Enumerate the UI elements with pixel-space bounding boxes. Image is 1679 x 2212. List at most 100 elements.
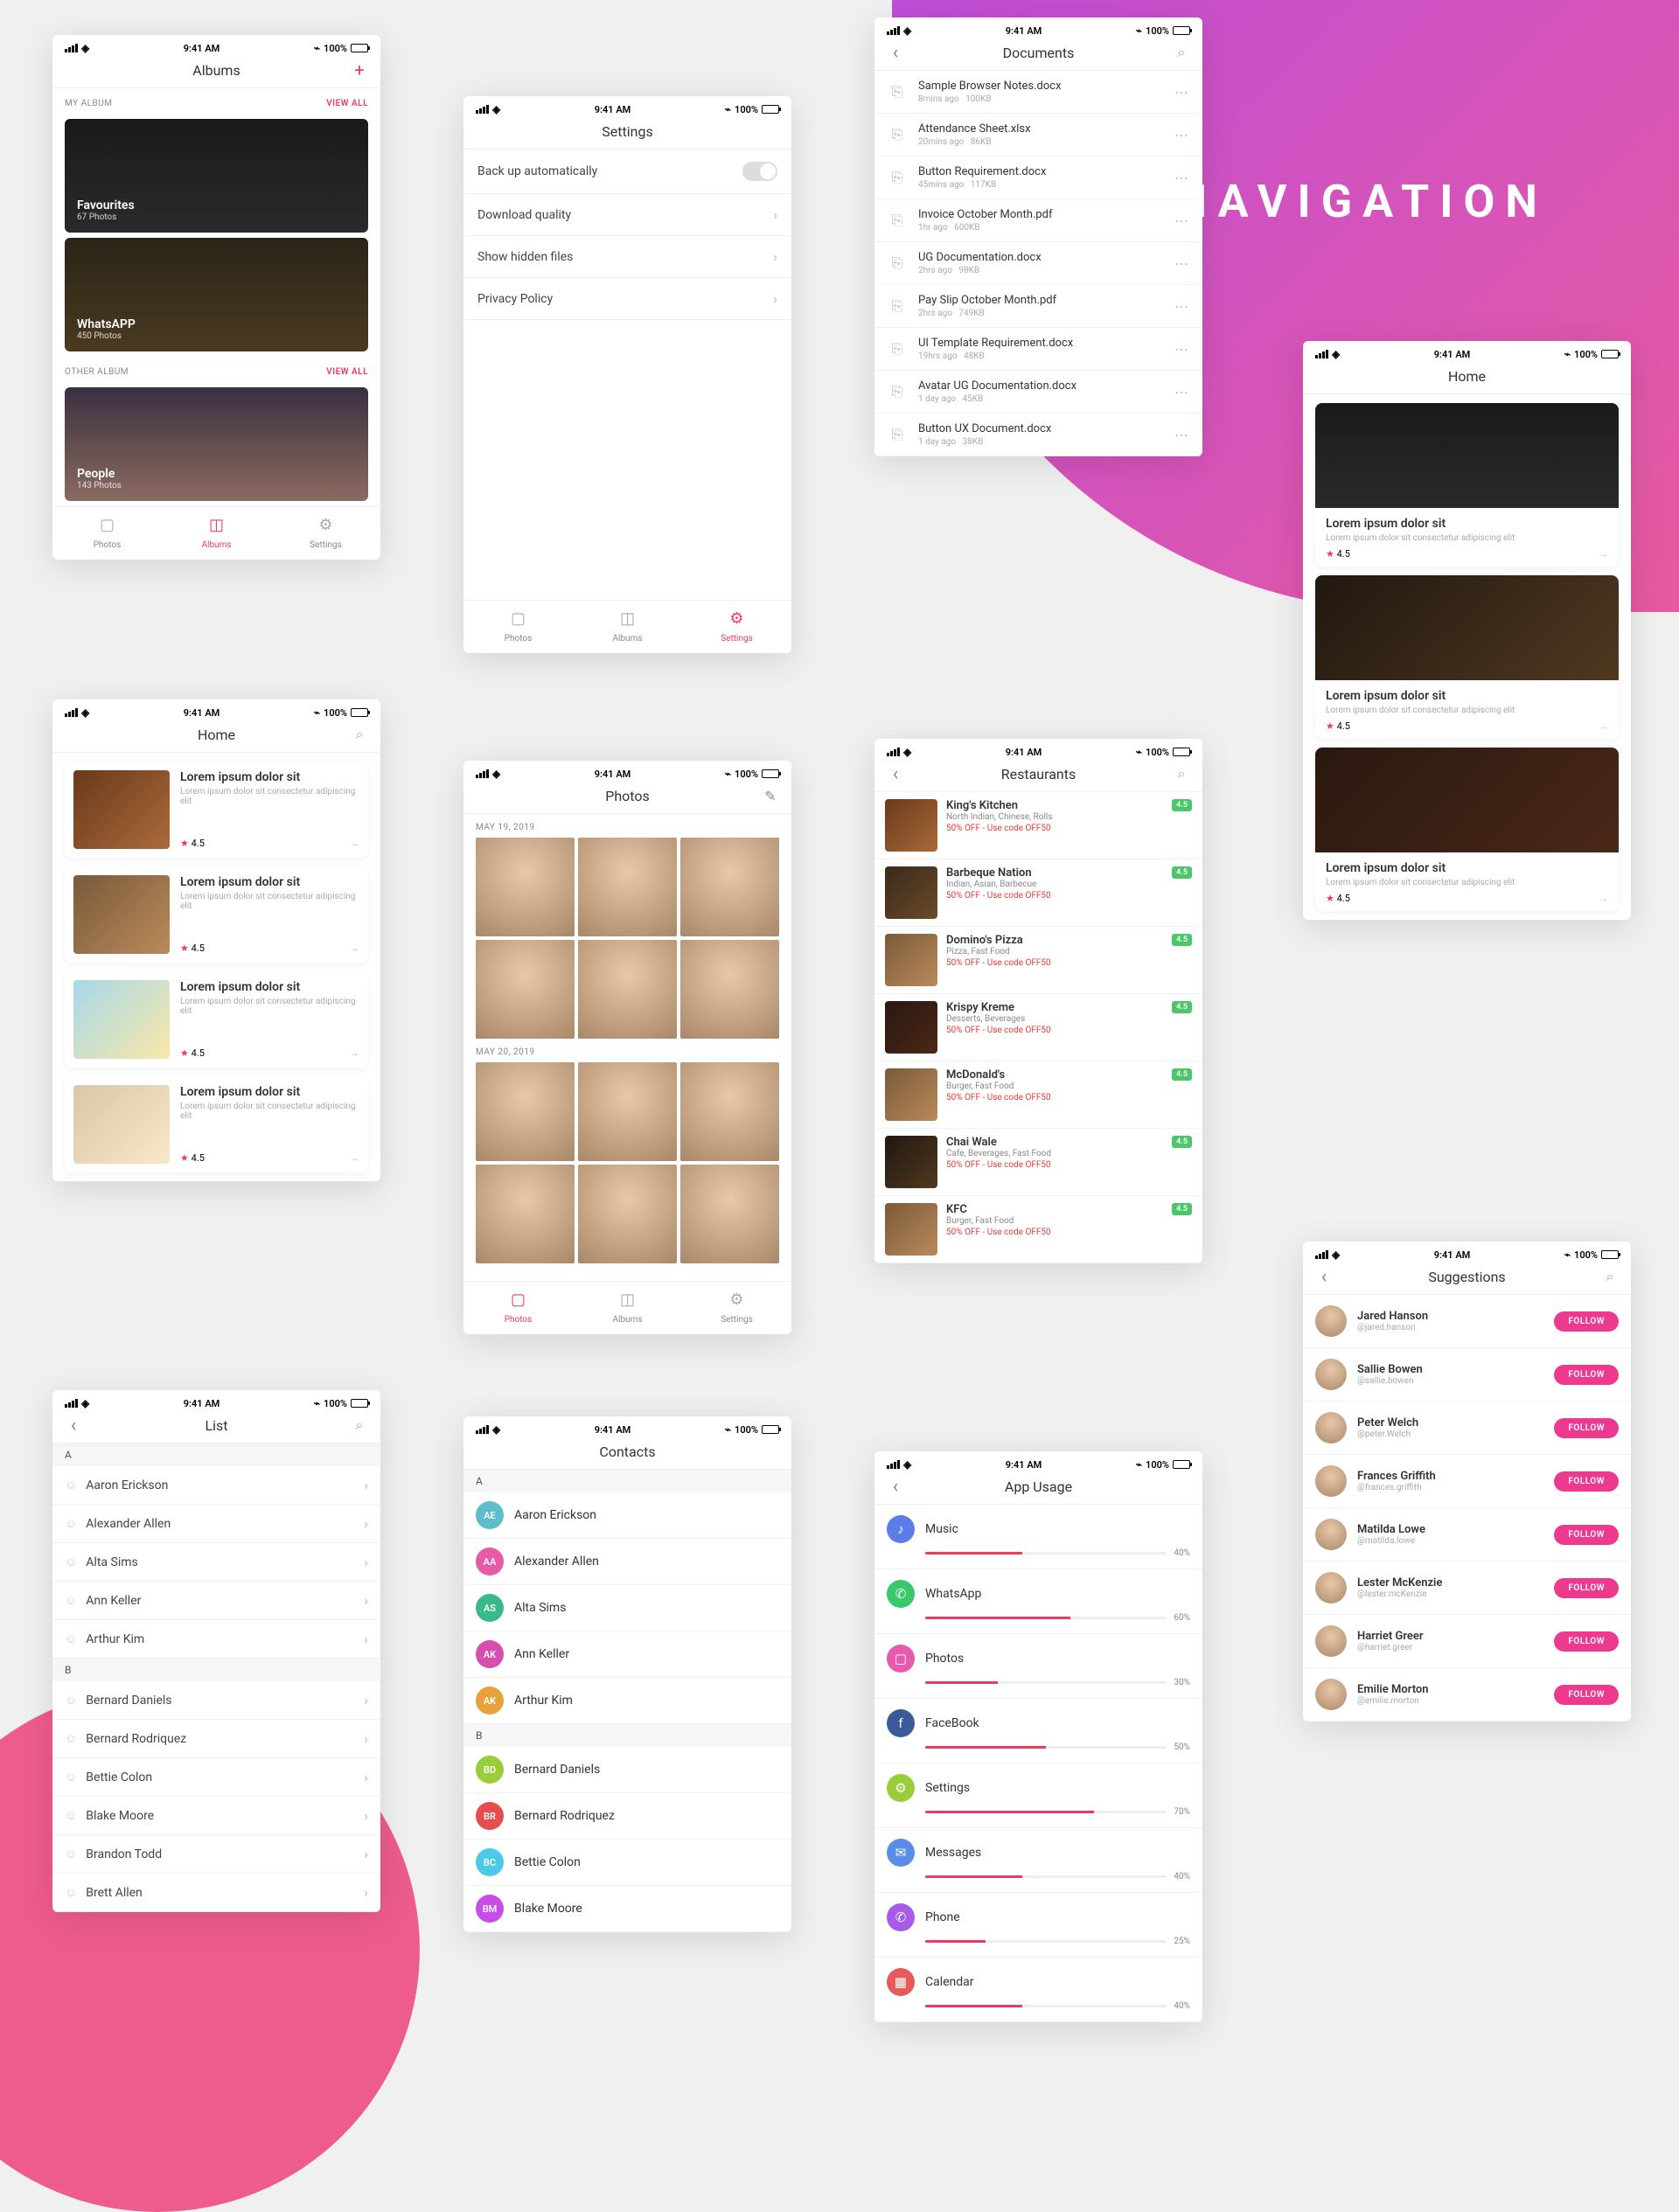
contact-row[interactable]: AAAlexander Allen xyxy=(463,1539,791,1585)
list-item[interactable]: ☺Alta Sims› xyxy=(52,1543,380,1582)
follow-button[interactable]: FOLLOW xyxy=(1554,1578,1619,1598)
document-row[interactable]: ⎘ Button Requirement.docx 45mins ago 117… xyxy=(874,157,1202,199)
photo-thumb[interactable] xyxy=(680,838,779,936)
follow-button[interactable]: FOLLOW xyxy=(1554,1418,1619,1438)
setting-row[interactable]: Privacy Policy› xyxy=(463,278,791,320)
restaurant-row[interactable]: Krispy Kreme Desserts, Beverages 50% OFF… xyxy=(874,994,1202,1061)
more-icon[interactable]: ⋯ xyxy=(1174,298,1190,315)
avatar[interactable] xyxy=(1315,1679,1347,1710)
tab-settings[interactable]: ⚙Settings xyxy=(682,601,791,653)
usage-row[interactable]: ▦Calendar 40% xyxy=(874,1958,1202,2022)
list-item[interactable]: ☺Brett Allen› xyxy=(52,1874,380,1912)
setting-row[interactable]: Download quality› xyxy=(463,194,791,236)
list-item[interactable]: ☺Arthur Kim› xyxy=(52,1620,380,1659)
contact-row[interactable]: BRBernard Rodriquez xyxy=(463,1793,791,1840)
back-button[interactable]: ‹ xyxy=(65,1416,82,1434)
document-row[interactable]: ⎘ Sample Browser Notes.docx 8mins ago 10… xyxy=(874,71,1202,114)
contact-row[interactable]: AKAnn Keller xyxy=(463,1631,791,1678)
document-row[interactable]: ⎘ Button UX Document.docx 1 day ago 38KB… xyxy=(874,414,1202,456)
edit-icon[interactable]: ✎ xyxy=(762,787,779,804)
usage-row[interactable]: ⚙Settings 70% xyxy=(874,1763,1202,1828)
contact-row[interactable]: AEAaron Erickson xyxy=(463,1492,791,1539)
follow-button[interactable]: FOLLOW xyxy=(1554,1685,1619,1705)
document-row[interactable]: ⎘ Invoice October Month.pdf 1hr ago 600K… xyxy=(874,199,1202,242)
avatar[interactable] xyxy=(1315,1359,1347,1390)
tab-photos[interactable]: ▢Photos xyxy=(463,1282,573,1334)
album-card[interactable]: People143 Photos xyxy=(65,387,368,501)
add-icon[interactable]: + xyxy=(351,61,368,79)
search-icon[interactable]: ⌕ xyxy=(1601,1268,1619,1285)
search-icon[interactable]: ⌕ xyxy=(1173,44,1190,61)
tab-albums[interactable]: ◫Albums xyxy=(162,507,271,560)
setting-row[interactable]: Show hidden files› xyxy=(463,236,791,278)
document-row[interactable]: ⎘ Avatar UG Documentation.docx 1 day ago… xyxy=(874,371,1202,414)
list-card[interactable]: Lorem ipsum dolor sit Lorem ipsum dolor … xyxy=(65,1076,368,1172)
tab-settings[interactable]: ⚙Settings xyxy=(271,507,380,560)
photo-thumb[interactable] xyxy=(680,940,779,1039)
list-item[interactable]: ☺Ann Keller› xyxy=(52,1582,380,1620)
more-icon[interactable]: ⋯ xyxy=(1174,84,1190,101)
restaurant-row[interactable]: Chai Wale Cafe, Beverages, Fast Food 50%… xyxy=(874,1129,1202,1196)
tab-photos[interactable]: ▢Photos xyxy=(52,507,162,560)
list-item[interactable]: ☺Aaron Erickson› xyxy=(52,1466,380,1505)
restaurant-row[interactable]: KFC Burger, Fast Food 50% OFF - Use code… xyxy=(874,1196,1202,1263)
photo-thumb[interactable] xyxy=(476,1165,575,1263)
tab-photos[interactable]: ▢Photos xyxy=(463,601,573,653)
list-item[interactable]: ☺Brandon Todd› xyxy=(52,1835,380,1874)
photo-thumb[interactable] xyxy=(476,1062,575,1161)
document-row[interactable]: ⎘ UI Template Requirement.docx 19hrs ago… xyxy=(874,328,1202,371)
tab-albums[interactable]: ◫Albums xyxy=(573,1282,682,1334)
more-icon[interactable]: ⋯ xyxy=(1174,212,1190,229)
photo-thumb[interactable] xyxy=(578,940,677,1039)
viewall-button[interactable]: VIEW ALL xyxy=(326,99,368,108)
photo-thumb[interactable] xyxy=(578,1062,677,1161)
more-icon[interactable]: ⋯ xyxy=(1174,170,1190,186)
album-card[interactable]: Favourites67 Photos xyxy=(65,119,368,233)
more-icon[interactable]: ⋯ xyxy=(1174,384,1190,400)
contact-row[interactable]: ASAlta Sims xyxy=(463,1585,791,1631)
tab-albums[interactable]: ◫Albums xyxy=(573,601,682,653)
follow-button[interactable]: FOLLOW xyxy=(1554,1471,1619,1492)
contact-row[interactable]: BMBlake Moore xyxy=(463,1886,791,1932)
avatar[interactable] xyxy=(1315,1625,1347,1657)
list-item[interactable]: ☺Blake Moore› xyxy=(52,1797,380,1835)
back-button[interactable]: ‹ xyxy=(887,765,904,783)
usage-row[interactable]: fFaceBook 50% xyxy=(874,1699,1202,1763)
photo-thumb[interactable] xyxy=(680,1165,779,1263)
viewall-button[interactable]: VIEW ALL xyxy=(326,367,368,377)
contact-row[interactable]: AKArthur Kim xyxy=(463,1678,791,1724)
home-card[interactable]: Lorem ipsum dolor sitLorem ipsum dolor s… xyxy=(1315,403,1619,567)
search-icon[interactable]: ⌕ xyxy=(351,1416,368,1434)
photo-thumb[interactable] xyxy=(680,1062,779,1161)
list-item[interactable]: ☺Bettie Colon› xyxy=(52,1758,380,1797)
photo-thumb[interactable] xyxy=(578,1165,677,1263)
home-card[interactable]: Lorem ipsum dolor sitLorem ipsum dolor s… xyxy=(1315,748,1619,911)
avatar[interactable] xyxy=(1315,1572,1347,1603)
setting-row[interactable]: Back up automatically xyxy=(463,150,791,194)
restaurant-row[interactable]: King's Kitchen North Indian, Chinese, Ro… xyxy=(874,792,1202,859)
search-icon[interactable]: ⌕ xyxy=(351,726,368,743)
more-icon[interactable]: ⋯ xyxy=(1174,255,1190,272)
photo-thumb[interactable] xyxy=(476,838,575,936)
avatar[interactable] xyxy=(1315,1305,1347,1337)
contact-row[interactable]: BCBettie Colon xyxy=(463,1840,791,1886)
avatar[interactable] xyxy=(1315,1412,1347,1443)
more-icon[interactable]: ⋯ xyxy=(1174,427,1190,443)
avatar[interactable] xyxy=(1315,1519,1347,1550)
photo-thumb[interactable] xyxy=(476,940,575,1039)
document-row[interactable]: ⎘ Pay Slip October Month.pdf 2hrs ago 74… xyxy=(874,285,1202,328)
list-card[interactable]: Lorem ipsum dolor sit Lorem ipsum dolor … xyxy=(65,971,368,1068)
usage-row[interactable]: ▢Photos 30% xyxy=(874,1634,1202,1699)
restaurant-row[interactable]: Barbeque Nation Indian, Asian, Barbecue … xyxy=(874,859,1202,927)
document-row[interactable]: ⎘ Attendance Sheet.xlsx 20mins ago 86KB … xyxy=(874,114,1202,157)
home-card[interactable]: Lorem ipsum dolor sitLorem ipsum dolor s… xyxy=(1315,575,1619,739)
usage-row[interactable]: ✉Messages 40% xyxy=(874,1828,1202,1893)
album-card[interactable]: WhatsAPP450 Photos xyxy=(65,238,368,351)
tab-settings[interactable]: ⚙Settings xyxy=(682,1282,791,1334)
back-button[interactable]: ‹ xyxy=(887,1478,904,1495)
back-button[interactable]: ‹ xyxy=(887,44,904,61)
follow-button[interactable]: FOLLOW xyxy=(1554,1311,1619,1332)
more-icon[interactable]: ⋯ xyxy=(1174,341,1190,358)
usage-row[interactable]: ♪Music 40% xyxy=(874,1505,1202,1569)
list-item[interactable]: ☺Bernard Rodriquez› xyxy=(52,1720,380,1758)
